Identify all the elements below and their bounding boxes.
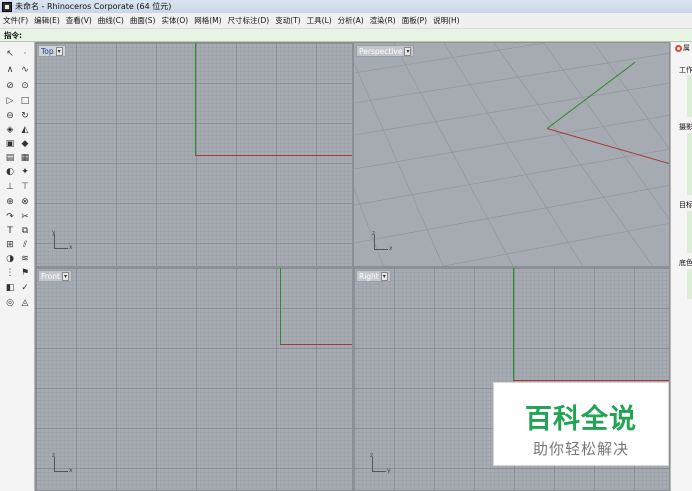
check-icon[interactable]: ✓ [18, 282, 32, 293]
watermark-title: 百科全说 [525, 404, 637, 435]
menu-dimension[interactable]: 尺寸标注(D) [225, 15, 273, 26]
viewport-front[interactable]: Front ▾ z x [35, 267, 353, 491]
menu-solid[interactable]: 实体(O) [158, 15, 191, 26]
gizmo-y-label: y [387, 467, 391, 474]
viewport-tab-front[interactable]: Front ▾ [38, 270, 72, 282]
viewport-label: Front [41, 271, 60, 281]
viewport-tab-right[interactable]: Right ▾ [356, 270, 391, 282]
panel-section-camera[interactable]: 摄影 [679, 122, 692, 132]
menu-file[interactable]: 文件(F) [0, 15, 31, 26]
properties-panel: 属 工作 摄影 目标 底色 [670, 42, 692, 491]
dropdown-arrow-icon[interactable]: ▾ [55, 46, 63, 56]
viewport-tab-perspective[interactable]: Perspective ▾ [356, 45, 415, 57]
viewport-top[interactable]: Top ▾ y x [35, 42, 353, 267]
menu-tools[interactable]: 工具(L) [304, 15, 335, 26]
main-toolbox: ↖ · ∧ ∿ ⊘ ⊙ ▷ □ ⊖ ↻ ◈ ◭ ▣ ◆ ▤ ▦ ◐ ✦ ⊥ ⊤ … [0, 42, 35, 491]
menu-analyze[interactable]: 分析(A) [335, 15, 367, 26]
dimension-icon[interactable]: ⊥ [3, 181, 17, 192]
y-axis-line [195, 43, 196, 155]
menu-edit[interactable]: 编辑(E) [31, 15, 63, 26]
cylinder-icon[interactable]: ▤ [3, 152, 17, 163]
viewport-label: Right [359, 271, 379, 281]
menu-render[interactable]: 渲染(R) [367, 15, 399, 26]
text-icon[interactable]: ⊤ [18, 181, 32, 192]
z-axis-line [280, 268, 281, 344]
ellipse-icon[interactable]: ⊙ [18, 80, 32, 91]
command-label: 指令: [4, 30, 22, 40]
polyline-icon[interactable]: ∧ [3, 64, 17, 75]
gizmo-x-label: x [389, 245, 393, 252]
boolean-icon[interactable]: ◐ [3, 166, 17, 177]
command-bar: 指令: [0, 29, 692, 42]
properties-icon[interactable]: ◧ [3, 282, 17, 293]
viewport-tab-top[interactable]: Top ▾ [38, 45, 66, 57]
viewport-label: Perspective [359, 46, 403, 56]
properties-icon [675, 44, 682, 52]
y-axis-line [513, 380, 669, 381]
dropdown-arrow-icon[interactable]: ▾ [380, 271, 388, 281]
array-icon[interactable]: ⊞ [3, 239, 17, 250]
shade-icon[interactable]: ◑ [3, 253, 17, 264]
x-axis-line [280, 344, 352, 345]
render-icon[interactable]: ◎ [3, 297, 17, 308]
menu-panels[interactable]: 面板(P) [399, 15, 430, 26]
analyze-icon[interactable]: ◬ [18, 297, 32, 308]
arc-icon[interactable]: ▷ [3, 95, 17, 106]
point-icon[interactable]: · [18, 48, 32, 59]
circle-icon[interactable]: ⊘ [3, 80, 17, 91]
rhino-app-icon[interactable] [2, 1, 12, 12]
menu-transform[interactable]: 变动(T) [272, 15, 303, 26]
x-axis-line [195, 155, 352, 156]
sphere-icon[interactable]: ◆ [18, 138, 32, 149]
panel-header[interactable]: 属 [671, 42, 692, 54]
trim-icon[interactable]: ✂ [18, 211, 32, 222]
polygon-icon[interactable]: ⊖ [3, 110, 17, 121]
curve-icon[interactable]: ∿ [18, 64, 32, 75]
dropdown-arrow-icon[interactable]: ▾ [404, 46, 412, 56]
star-icon[interactable]: ✦ [18, 166, 32, 177]
watermark-subtitle: 助你轻松解决 [532, 440, 629, 458]
mirror-icon[interactable]: ⫽ [18, 239, 32, 250]
fillet-icon[interactable]: ↷ [3, 211, 17, 222]
title-bar: 未命名 - Rhinoceros Corporate (64 位元) [0, 0, 692, 13]
explode-icon[interactable]: ⊕ [3, 196, 17, 207]
copy-icon[interactable]: ⧉ [18, 225, 32, 236]
menu-bar: 文件(F) 编辑(E) 查看(V) 曲线(C) 曲面(S) 实体(O) 网格(M… [0, 13, 692, 29]
surface-icon[interactable]: ◈ [3, 124, 17, 135]
panel-section-target[interactable]: 目标 [679, 200, 692, 210]
surface-edit-icon[interactable]: ≋ [18, 253, 32, 264]
command-input[interactable] [22, 29, 692, 41]
z-axis-line [513, 268, 514, 380]
box-icon[interactable]: ▣ [3, 138, 17, 149]
freeform-icon[interactable]: ↻ [18, 110, 32, 121]
viewport-perspective[interactable]: Perspective ▾ z x [353, 42, 670, 267]
select-arrow-icon[interactable]: ↖ [3, 48, 17, 59]
menu-surface[interactable]: 曲面(S) [127, 15, 159, 26]
window-title: 未命名 - Rhinoceros Corporate (64 位元) [15, 2, 172, 11]
split-icon[interactable]: ⊗ [18, 196, 32, 207]
layer-icon[interactable]: ⚑ [18, 267, 32, 278]
gizmo-x-label: x [69, 244, 73, 251]
perspective-grid [354, 43, 669, 266]
gizmo-x-label: x [69, 467, 73, 474]
rectangle-icon[interactable]: □ [18, 95, 32, 106]
viewport-label: Top [41, 46, 54, 56]
menu-help[interactable]: 说明(H) [430, 15, 463, 26]
move-icon[interactable]: T [3, 225, 17, 236]
grid-icon[interactable]: ⋮ [3, 267, 17, 278]
mesh-icon[interactable]: ▦ [18, 152, 32, 163]
loft-icon[interactable]: ◭ [18, 124, 32, 135]
menu-view[interactable]: 查看(V) [63, 15, 95, 26]
menu-curve[interactable]: 曲线(C) [95, 15, 127, 26]
watermark-logo: 百科全说 助你轻松解决 [493, 382, 669, 466]
panel-section-wallpaper[interactable]: 底色 [679, 258, 692, 268]
construction-grid [36, 268, 352, 490]
panel-title: 属 [683, 44, 690, 52]
panel-section-viewport[interactable]: 工作 [679, 65, 692, 75]
dropdown-arrow-icon[interactable]: ▾ [61, 271, 69, 281]
menu-mesh[interactable]: 网格(M) [191, 15, 224, 26]
